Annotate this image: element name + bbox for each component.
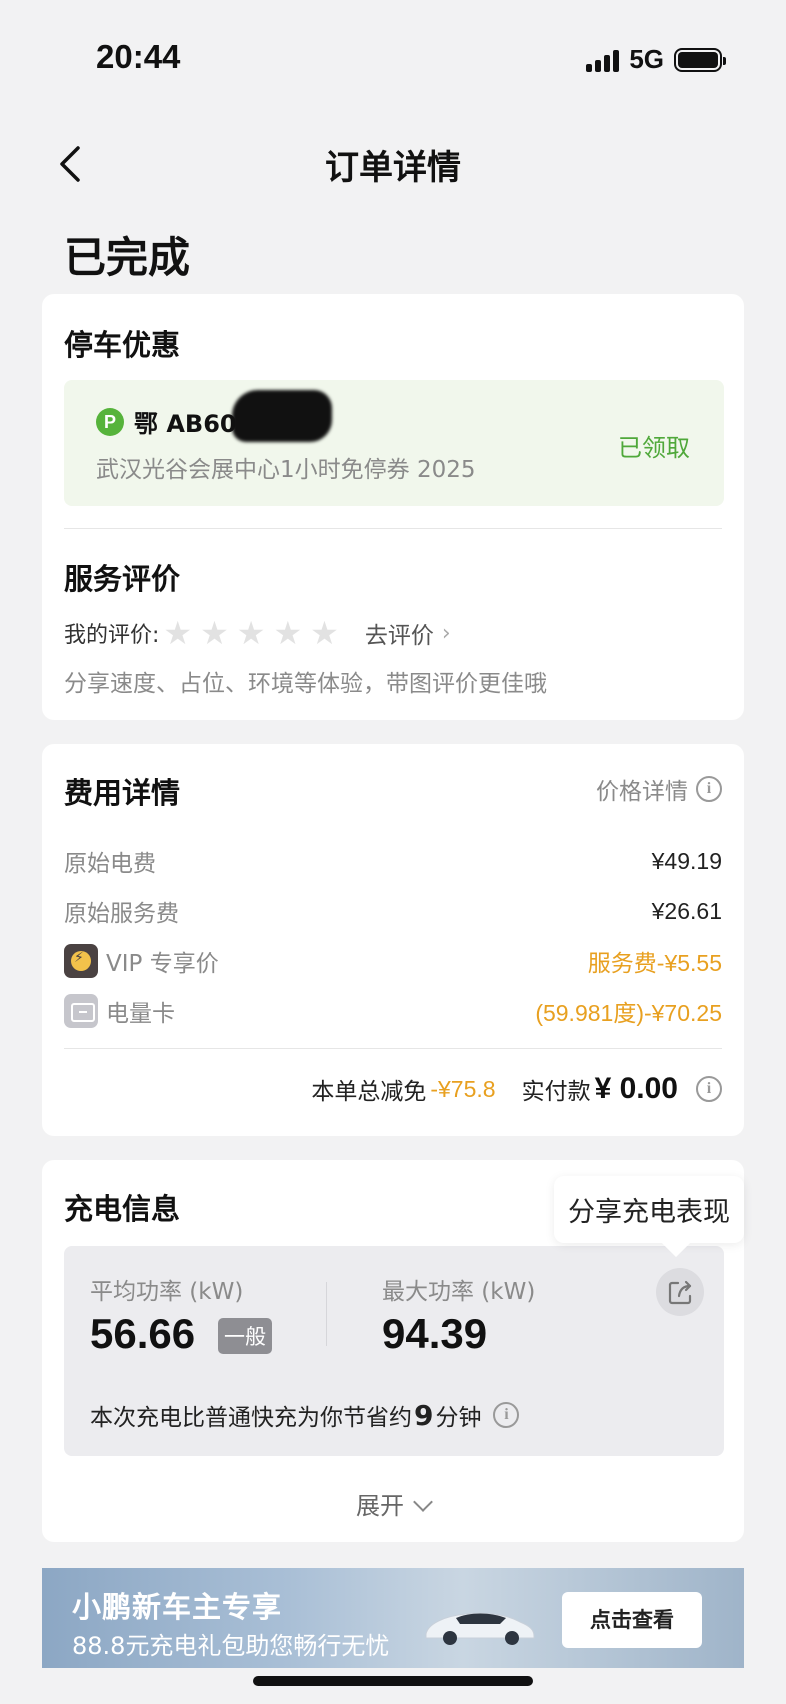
page-title: 订单详情: [325, 148, 461, 188]
total-discount-label: 本单总减免: [311, 1079, 427, 1105]
star-rating[interactable]: ★ ★ ★ ★ ★: [163, 617, 338, 649]
coupon-status: 已领取: [618, 434, 690, 462]
fee-value: ¥26.61: [651, 897, 722, 924]
fee-row: 原始服务费 ¥26.61: [64, 894, 722, 928]
expand-button[interactable]: 展开: [42, 1486, 744, 1521]
energy-card-icon: [64, 994, 98, 1028]
star-icon[interactable]: ★: [237, 617, 266, 649]
fee-label-group: VIP 专享价: [64, 944, 219, 978]
license-plate: 鄂 AB60: [134, 410, 237, 438]
total-row: 本单总减免 -¥75.8 实付款 ¥ 0.00 i: [311, 1072, 722, 1106]
star-icon[interactable]: ★: [273, 617, 302, 649]
charging-title: 充电信息: [64, 1192, 181, 1226]
status-bar: 20:44 5G: [0, 0, 786, 110]
fee-row: VIP 专享价 服务费-¥5.55: [64, 944, 722, 978]
time-saved-suffix: 分钟: [435, 1405, 482, 1431]
fee-card: 费用详情 价格详情 i 原始电费 ¥49.19 原始服务费 ¥26.61 VIP…: [42, 744, 744, 1136]
chevron-right-icon: ›: [441, 620, 451, 646]
fee-row: 原始电费 ¥49.19: [64, 844, 722, 878]
time-saved-line: 本次充电比普通快充为你节省约 9 分钟 i: [90, 1398, 520, 1432]
home-indicator: [253, 1676, 533, 1686]
info-icon[interactable]: i: [696, 1076, 722, 1102]
signal-icon: [586, 48, 620, 72]
banner-cta-button[interactable]: 点击查看: [562, 1592, 702, 1648]
info-icon[interactable]: i: [493, 1402, 520, 1428]
battery-icon: [674, 47, 726, 72]
status-time: 20:44: [96, 38, 181, 75]
rating-row: 我的评价: ★ ★ ★ ★ ★ 去评价 ›: [64, 616, 451, 650]
nav-bar: 订单详情: [0, 130, 786, 196]
fee-label: VIP 专享价: [106, 951, 219, 977]
divider: [64, 1048, 722, 1049]
share-icon: [668, 1280, 692, 1305]
total-discount-value: -¥75.8: [430, 1075, 496, 1102]
chevron-down-icon: [413, 1492, 433, 1512]
star-icon[interactable]: ★: [200, 617, 229, 649]
paid-amount: ¥ 0.00: [594, 1072, 678, 1105]
divider: [326, 1282, 327, 1346]
promo-banner[interactable]: 小鹏新车主专享 88.8元充电礼包助您畅行无忧 点击查看: [42, 1568, 744, 1668]
fee-value: 服务费-¥5.55: [587, 950, 722, 976]
star-icon[interactable]: ★: [310, 617, 339, 649]
max-power-label: 最大功率 (kW): [382, 1279, 536, 1305]
car-illustration: [425, 1612, 535, 1645]
order-status: 已完成: [64, 233, 191, 282]
star-icon[interactable]: ★: [163, 617, 192, 649]
avg-power-value: 56.66: [90, 1310, 196, 1357]
banner-title: 小鹏新车主专享: [72, 1590, 283, 1624]
fee-label: 原始电费: [64, 851, 156, 877]
fee-label: 电量卡: [106, 1001, 175, 1027]
rating-label: 我的评价:: [64, 623, 160, 648]
share-tooltip[interactable]: 分享充电表现: [554, 1176, 744, 1243]
fee-value: (59.981度)-¥70.25: [535, 1000, 722, 1026]
parking-title: 停车优惠: [64, 328, 181, 362]
info-icon: i: [696, 776, 722, 802]
parking-coupon[interactable]: P 鄂 AB60 武汉光谷会展中心1小时免停券 2025 已领取: [64, 380, 724, 506]
parking-review-card: 停车优惠 P 鄂 AB60 武汉光谷会展中心1小时免停券 2025 已领取 服务…: [42, 294, 744, 720]
vip-icon: [64, 944, 98, 978]
network-type: 5G: [629, 44, 664, 74]
rating-hint: 分享速度、占位、环境等体验，带图评价更佳哦: [64, 671, 547, 697]
fee-label-group: 电量卡: [64, 994, 175, 1028]
price-detail-link[interactable]: 价格详情 i: [596, 772, 722, 806]
paid-label: 实付款: [521, 1079, 591, 1105]
fee-title: 费用详情: [64, 776, 181, 810]
banner-subtitle: 88.8元充电礼包助您畅行无忧: [72, 1632, 390, 1660]
status-indicators: 5G: [586, 44, 726, 75]
time-saved-minutes: 9: [414, 1398, 434, 1432]
share-button[interactable]: [656, 1268, 704, 1316]
time-saved-prefix: 本次充电比普通快充为你节省约: [90, 1405, 412, 1431]
go-rate-link[interactable]: 去评价: [365, 616, 434, 650]
redaction-mark: [232, 390, 332, 442]
fee-row: 电量卡 (59.981度)-¥70.25: [64, 994, 722, 1028]
review-title: 服务评价: [64, 562, 181, 596]
avg-power-label: 平均功率 (kW): [90, 1279, 244, 1305]
fee-label: 原始服务费: [64, 901, 179, 927]
coupon-description: 武汉光谷会展中心1小时免停券 2025: [96, 457, 476, 483]
price-detail-label: 价格详情: [596, 779, 688, 805]
expand-label: 展开: [356, 1492, 404, 1520]
power-level-badge: 一般: [218, 1318, 272, 1354]
max-power-value: 94.39: [382, 1310, 488, 1357]
fee-value: ¥49.19: [651, 847, 722, 874]
power-summary: 平均功率 (kW) 56.66 一般 最大功率 (kW) 94.39 本次充电比…: [64, 1246, 724, 1456]
divider: [64, 528, 722, 529]
parking-p-icon: P: [96, 408, 124, 436]
